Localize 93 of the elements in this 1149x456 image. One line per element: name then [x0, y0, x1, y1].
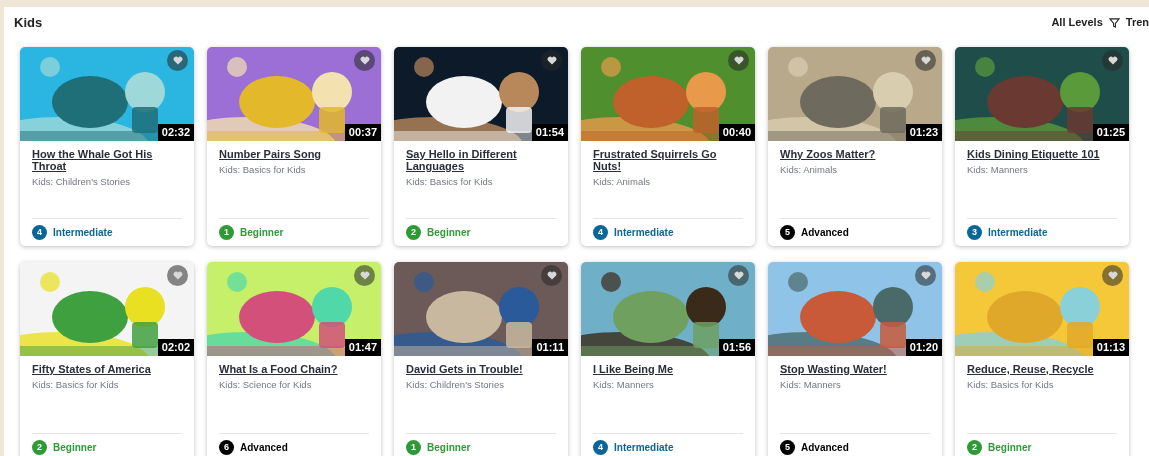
level-number-badge: 1	[406, 440, 421, 455]
video-card[interactable]: 01:56 I Like Being Me Kids: Manners 4 Intermediate	[581, 262, 755, 456]
heart-icon	[546, 271, 557, 280]
level-label: Intermediate	[53, 226, 113, 240]
video-title[interactable]: Why Zoos Matter?	[780, 148, 930, 160]
video-card[interactable]: 01:20 Stop Wasting Water! Kids: Manners 5 Advanced	[768, 262, 942, 456]
video-category: Kids: Science for Kids	[219, 378, 313, 392]
level-label: Intermediate	[614, 441, 674, 455]
video-card[interactable]: 01:23 Why Zoos Matter? Kids: Animals 5 Advanced	[768, 47, 942, 246]
video-title[interactable]: I Like Being Me	[593, 363, 743, 375]
level-number-badge: 2	[967, 440, 982, 455]
sort-button[interactable]: Tren	[1125, 14, 1149, 31]
video-card[interactable]: 01:13 Reduce, Reuse, Recycle Kids: Basics for Kids 2 Beginner	[955, 262, 1129, 456]
heart-icon	[733, 271, 744, 280]
heart-icon	[172, 271, 183, 280]
heart-icon	[920, 56, 931, 65]
duration-badge: 00:37	[344, 124, 381, 141]
video-category: Kids: Basics for Kids	[32, 378, 120, 392]
video-category: Kids: Manners	[967, 163, 1029, 177]
level-number-badge: 1	[219, 225, 234, 240]
video-category: Kids: Basics for Kids	[967, 378, 1055, 392]
favorite-button[interactable]	[1102, 50, 1123, 71]
video-title[interactable]: Frustrated Squirrels Go Nuts!	[593, 148, 743, 172]
duration-badge: 02:02	[157, 339, 194, 356]
video-title[interactable]: Reduce, Reuse, Recycle	[967, 363, 1117, 375]
video-card[interactable]: 01:25 Kids Dining Etiquette 101 Kids: Manners 3 Intermediate	[955, 47, 1129, 246]
video-title[interactable]: Number Pairs Song	[219, 148, 369, 160]
video-title[interactable]: What Is a Food Chain?	[219, 363, 369, 375]
filter-icon	[1108, 17, 1120, 28]
favorite-button[interactable]	[354, 50, 375, 71]
level-number-badge: 5	[780, 440, 795, 455]
duration-badge: 01:47	[344, 339, 381, 356]
level-number-badge: 2	[406, 225, 421, 240]
duration-badge: 01:23	[905, 124, 942, 141]
duration-badge: 01:11	[532, 339, 568, 356]
video-title[interactable]: Stop Wasting Water!	[780, 363, 930, 375]
video-card[interactable]: 01:47 What Is a Food Chain? Kids: Science for Kids 6 Advanced	[207, 262, 381, 456]
duration-badge: 01:13	[1092, 339, 1129, 356]
level-label: Beginner	[53, 441, 97, 455]
duration-badge: 02:32	[157, 124, 194, 141]
level-number-badge: 4	[593, 225, 608, 240]
video-card[interactable]: 02:32 How the Whale Got His Throat Kids: Children's Stories 4 Intermediate	[20, 47, 194, 246]
favorite-button[interactable]	[541, 50, 562, 71]
heart-icon	[172, 56, 183, 65]
level-number-badge: 6	[219, 440, 234, 455]
video-title[interactable]: Kids Dining Etiquette 101	[967, 148, 1117, 160]
level-number-badge: 2	[32, 440, 47, 455]
favorite-button[interactable]	[728, 50, 749, 71]
level-number-badge: 3	[967, 225, 982, 240]
video-card[interactable]: 00:37 Number Pairs Song Kids: Basics for Kids 1 Beginner	[207, 47, 381, 246]
duration-badge: 01:25	[1092, 124, 1129, 141]
level-label: Beginner	[240, 226, 284, 240]
video-title[interactable]: Fifty States of America	[32, 363, 182, 375]
level-label: Intermediate	[988, 226, 1048, 240]
heart-icon	[733, 56, 744, 65]
video-category: Kids: Children's Stories	[32, 175, 131, 189]
video-category: Kids: Basics for Kids	[219, 163, 307, 177]
heart-icon	[546, 56, 557, 65]
level-label: Advanced	[801, 226, 849, 240]
level-number-badge: 4	[593, 440, 608, 455]
video-card[interactable]: 00:40 Frustrated Squirrels Go Nuts! Kids: Animals 4 Intermediate	[581, 47, 755, 246]
heart-icon	[359, 56, 370, 65]
level-label: Beginner	[427, 441, 471, 455]
level-label: Advanced	[240, 441, 288, 455]
level-number-badge: 5	[780, 225, 795, 240]
level-number-badge: 4	[32, 225, 47, 240]
video-category: Kids: Basics for Kids	[406, 175, 494, 189]
video-category: Kids: Children's Stories	[406, 378, 505, 392]
duration-badge: 00:40	[718, 124, 755, 141]
video-card[interactable]: 01:54 Say Hello in Different Languages Kids: Basics for Kids 2 Beginner	[394, 47, 568, 246]
favorite-button[interactable]	[541, 265, 562, 286]
video-title[interactable]: How the Whale Got His Throat	[32, 148, 182, 172]
heart-icon	[359, 271, 370, 280]
video-card[interactable]: 01:11 David Gets in Trouble! Kids: Children's Stories 1 Beginner	[394, 262, 568, 456]
duration-badge: 01:54	[531, 124, 568, 141]
level-label: Beginner	[427, 226, 471, 240]
video-category: Kids: Animals	[593, 175, 652, 189]
video-title[interactable]: Say Hello in Different Languages	[406, 148, 556, 172]
level-label: Advanced	[801, 441, 849, 455]
heart-icon	[920, 271, 931, 280]
heart-icon	[1107, 271, 1118, 280]
video-title[interactable]: David Gets in Trouble!	[406, 363, 556, 375]
level-label: Intermediate	[614, 226, 674, 240]
video-category: Kids: Manners	[593, 378, 655, 392]
duration-badge: 01:20	[905, 339, 942, 356]
video-card[interactable]: 02:02 Fifty States of America Kids: Basics for Kids 2 Beginner	[20, 262, 194, 456]
level-label: Beginner	[988, 441, 1032, 455]
video-category: Kids: Animals	[780, 163, 839, 177]
section-title: Kids	[14, 13, 43, 32]
heart-icon	[1107, 56, 1118, 65]
level-filter-button[interactable]: All Levels	[1051, 14, 1103, 31]
duration-badge: 01:56	[718, 339, 755, 356]
video-category: Kids: Manners	[780, 378, 842, 392]
